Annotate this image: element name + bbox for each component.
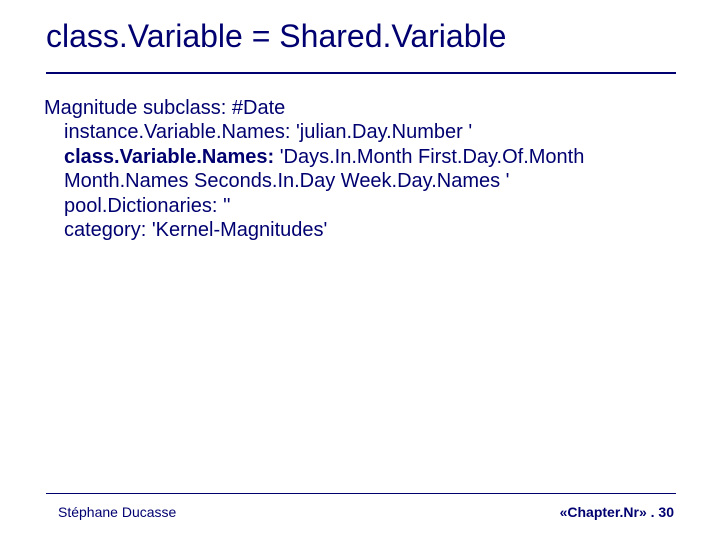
slide-title: class.Variable = Shared.Variable	[46, 18, 506, 55]
code-line-3-val: 'Days.In.Month First.Day.Of.Month	[274, 146, 584, 168]
code-line-1: Magnitude subclass: #Date	[44, 96, 676, 120]
title-rule	[46, 72, 676, 74]
slide: class.Variable = Shared.Variable Magnitu…	[0, 0, 720, 540]
code-line-3: class.Variable.Names: 'Days.In.Month Fir…	[44, 145, 676, 169]
code-line-2: instance.Variable.Names: 'julian.Day.Num…	[44, 120, 676, 144]
code-line-4: Month.Names Seconds.In.Day Week.Day.Name…	[44, 169, 676, 193]
code-line-6: category: 'Kernel-Magnitudes'	[44, 218, 676, 242]
code-line-5: pool.Dictionaries: ''	[44, 194, 676, 218]
footer-page: «Chapter.Nr» . 30	[560, 504, 674, 520]
slide-body: Magnitude subclass: #Date instance.Varia…	[44, 96, 676, 242]
footer-author: Stéphane Ducasse	[58, 504, 176, 520]
footer-rule	[46, 493, 676, 494]
code-line-3-key: class.Variable.Names:	[64, 146, 274, 168]
